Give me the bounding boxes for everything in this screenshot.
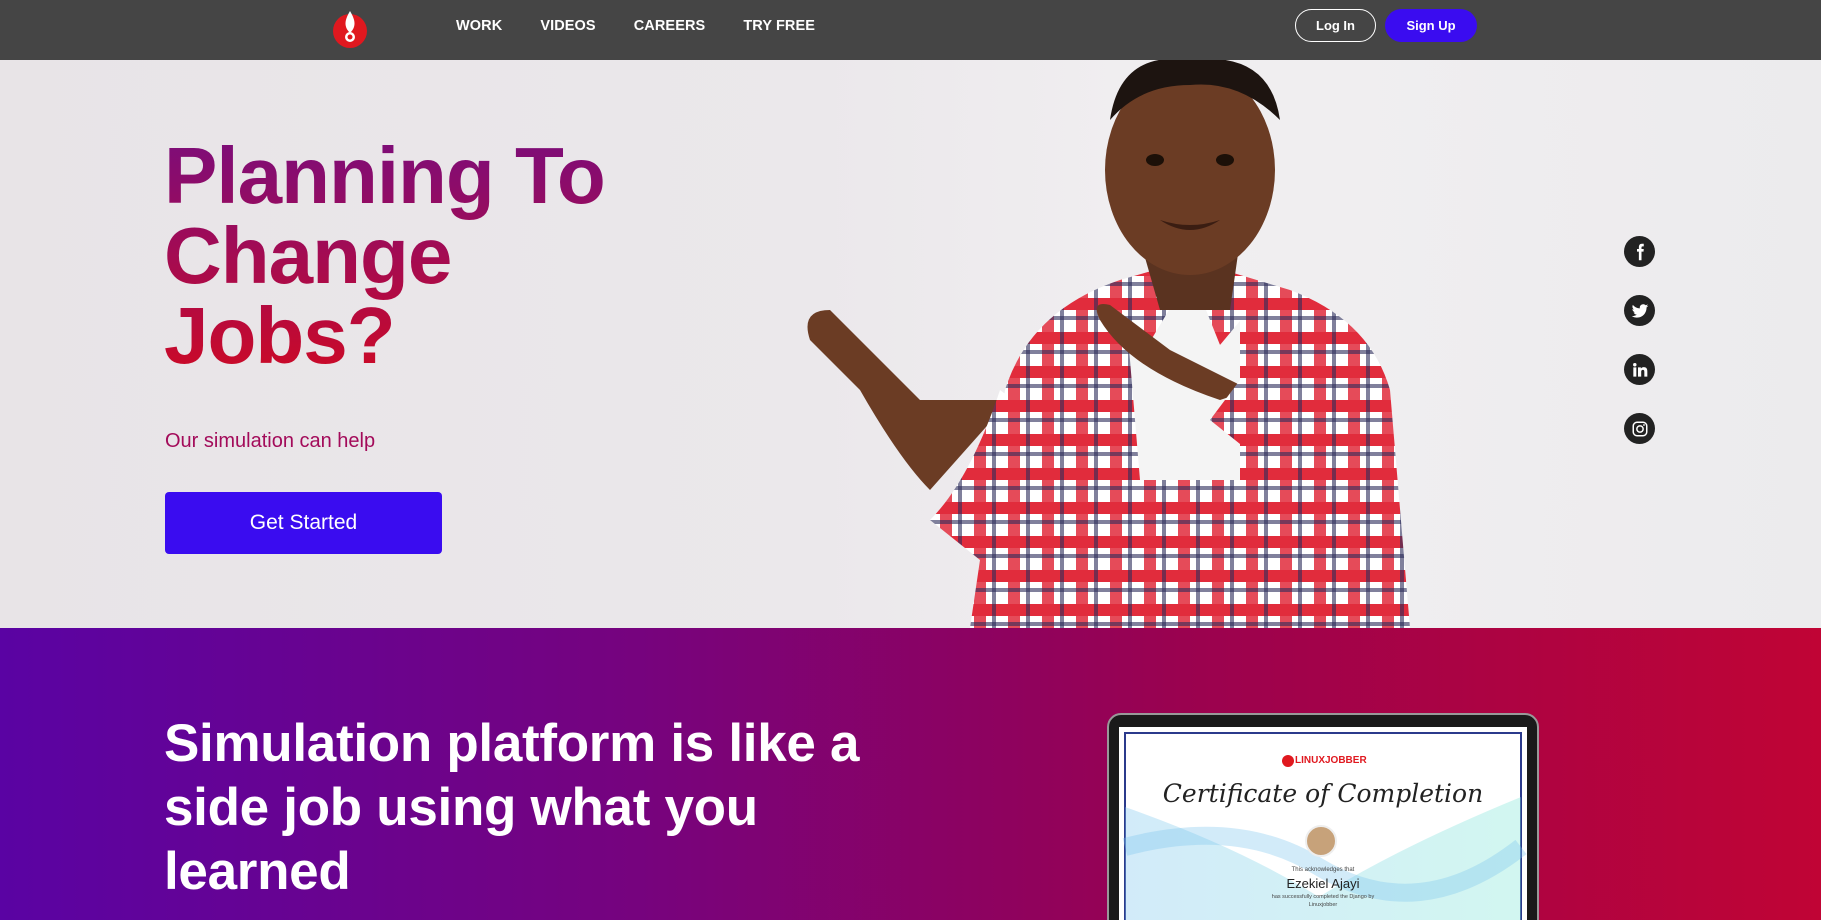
main-nav: WORK VIDEOS CAREERS TRY FREE xyxy=(456,0,815,52)
hero-title: Planning To Change Jobs? xyxy=(164,136,724,376)
hero-title-line-2: Change xyxy=(164,211,452,300)
nav-try-free[interactable]: TRY FREE xyxy=(743,18,815,34)
linkedin-icon[interactable] xyxy=(1624,354,1655,385)
simulation-section: Simulation platform is like a side job u… xyxy=(0,628,1821,920)
certificate-name: Ezekiel Ajayi xyxy=(1286,876,1360,891)
certificate-image: LINUXJOBBER Certificate of Completion Th… xyxy=(1119,727,1527,920)
get-started-button[interactable]: Get Started xyxy=(165,492,442,554)
certificate-completed: has successfully completed the Django by xyxy=(1271,894,1375,900)
certificate-issuer: Linuxjobber xyxy=(1308,902,1338,908)
certificate-title: Certificate of Completion xyxy=(1162,779,1484,808)
instagram-icon[interactable] xyxy=(1624,413,1655,444)
hero-subtitle: Our simulation can help xyxy=(165,430,376,452)
hero-person-image xyxy=(807,60,1410,628)
hero-title-line-1: Planning To xyxy=(164,131,605,220)
hero-section: Planning To Change Jobs? Our simulation … xyxy=(0,60,1821,628)
hero-title-line-3: Jobs? xyxy=(164,291,395,380)
linuxjobber-logo[interactable] xyxy=(330,7,370,51)
nav-careers[interactable]: CAREERS xyxy=(634,18,706,34)
laptop-mockup: LINUXJOBBER Certificate of Completion Th… xyxy=(1107,713,1539,920)
nav-videos[interactable]: VIDEOS xyxy=(540,18,595,34)
nav-work[interactable]: WORK xyxy=(456,18,502,34)
certificate-brand: LINUXJOBBER xyxy=(1295,755,1367,766)
avatar xyxy=(1305,825,1337,857)
signup-button[interactable]: Sign Up xyxy=(1385,9,1477,42)
facebook-icon[interactable] xyxy=(1624,236,1655,267)
twitter-icon[interactable] xyxy=(1624,295,1655,326)
top-navbar: WORK VIDEOS CAREERS TRY FREE Log In Sign… xyxy=(0,0,1821,60)
login-button[interactable]: Log In xyxy=(1295,9,1376,42)
certificate-acknowledges: This acknowledges that xyxy=(1291,867,1355,873)
simulation-heading: Simulation platform is like a side job u… xyxy=(164,714,860,901)
